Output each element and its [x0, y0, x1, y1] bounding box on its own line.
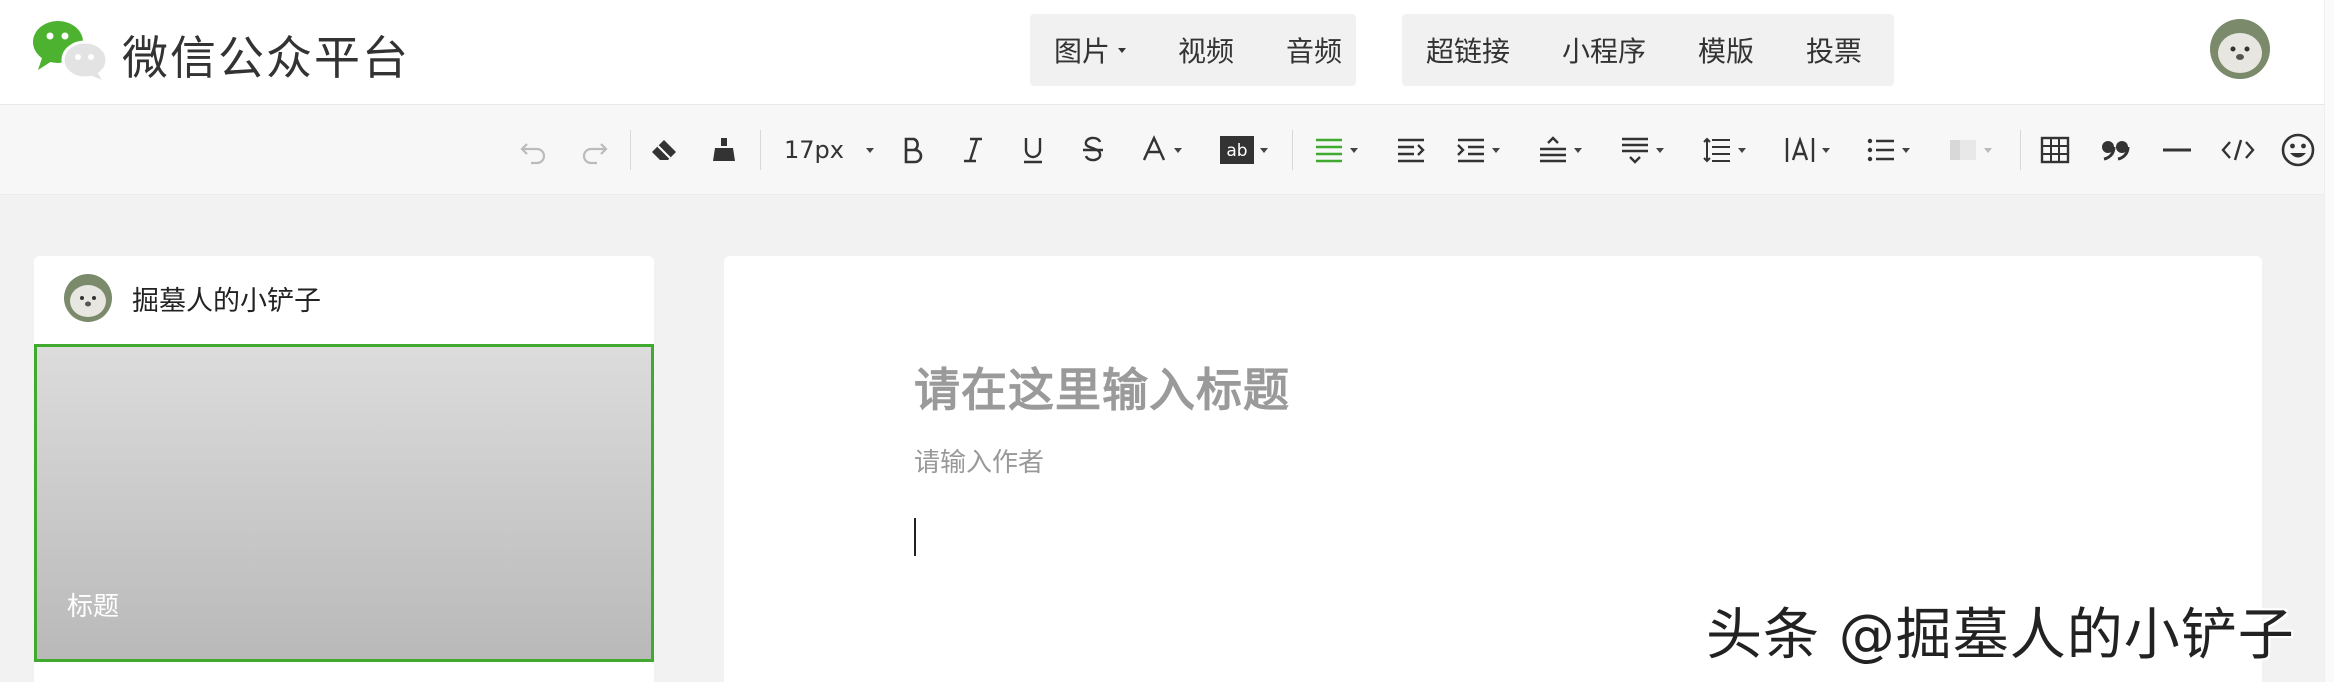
- quote-icon[interactable]: [2100, 130, 2130, 170]
- bold-icon[interactable]: [900, 130, 926, 170]
- wechat-logo-icon[interactable]: [30, 16, 110, 82]
- undo-icon[interactable]: [518, 130, 550, 170]
- text-cursor: [914, 518, 916, 556]
- vote-button[interactable]: 投票: [1806, 30, 1862, 70]
- account-name: 掘墓人的小铲子: [132, 285, 321, 317]
- font-size-select[interactable]: 17px: [784, 130, 874, 170]
- scrollbar[interactable]: [2324, 0, 2334, 682]
- italic-icon[interactable]: [960, 130, 986, 170]
- mini-program-button[interactable]: 小程序: [1562, 30, 1646, 70]
- font-color-icon[interactable]: [1140, 130, 1182, 170]
- background-color-icon[interactable]: ab: [1220, 130, 1268, 170]
- align-justify-icon[interactable]: [1314, 130, 1358, 170]
- video-button[interactable]: 视频: [1178, 30, 1234, 70]
- redo-icon[interactable]: [578, 130, 610, 170]
- spacing-before-icon[interactable]: [1538, 130, 1582, 170]
- audio-button[interactable]: 音频: [1286, 30, 1342, 70]
- user-avatar[interactable]: [2210, 19, 2270, 79]
- indent-icon[interactable]: [1396, 130, 1426, 170]
- chevron-down-icon: [1118, 47, 1127, 53]
- format-brush-icon[interactable]: [708, 130, 740, 170]
- line-height-icon[interactable]: [1702, 130, 1746, 170]
- list-icon[interactable]: [1866, 130, 1910, 170]
- insert-button-group: 超链接 小程序 模版 投票: [1402, 14, 1894, 86]
- hyperlink-button[interactable]: 超链接: [1426, 30, 1510, 70]
- watermark: 头条 @掘墓人的小铲子: [1706, 603, 2295, 668]
- account-avatar: [64, 274, 112, 322]
- spacing-after-icon[interactable]: [1620, 130, 1664, 170]
- article-list-panel: 掘墓人的小铲子 标题: [34, 256, 654, 682]
- image-border-icon[interactable]: [1948, 130, 1992, 170]
- emoji-icon[interactable]: [2280, 130, 2316, 170]
- table-icon[interactable]: [2040, 130, 2070, 170]
- template-button[interactable]: 模版: [1698, 30, 1754, 70]
- media-button-group: 图片 视频 音频: [1030, 14, 1356, 86]
- article-cover-card[interactable]: 标题: [34, 344, 654, 662]
- platform-title[interactable]: 微信公众平台: [122, 22, 410, 88]
- top-header: 微信公众平台 图片 视频 音频 超链接 小程序 模版 投票: [0, 0, 2334, 105]
- image-menu-button[interactable]: 图片: [1054, 30, 1127, 70]
- underline-icon[interactable]: [1020, 130, 1046, 170]
- code-icon[interactable]: [2220, 130, 2256, 170]
- account-header: 掘墓人的小铲子: [64, 274, 321, 322]
- author-input[interactable]: 请输入作者: [914, 442, 1044, 479]
- letter-spacing-icon[interactable]: [1784, 130, 1830, 170]
- eraser-icon[interactable]: [648, 130, 680, 170]
- cover-title: 标题: [67, 592, 120, 622]
- strikethrough-icon[interactable]: [1080, 130, 1106, 170]
- title-input[interactable]: 请在这里输入标题: [914, 354, 2014, 420]
- svg-text:ab: ab: [1226, 141, 1247, 161]
- paragraph-indent-icon[interactable]: [1456, 130, 1500, 170]
- divider-icon[interactable]: [2162, 130, 2192, 170]
